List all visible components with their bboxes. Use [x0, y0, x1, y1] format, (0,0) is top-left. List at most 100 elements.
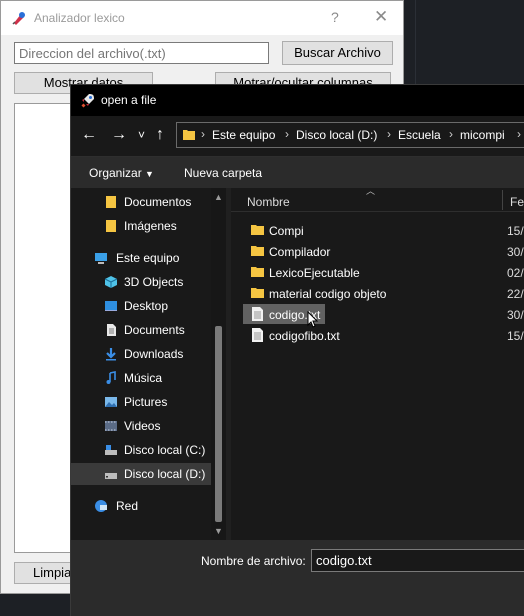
rocket-icon [81, 94, 94, 108]
open-file-dialog: open a file ← → ˅ ↑ › Este equipo › Disc… [70, 84, 524, 616]
scroll-up-icon[interactable]: ▲ [214, 192, 223, 202]
sidebar-item-label: Documents [124, 323, 185, 337]
navigation-bar: ← → ˅ ↑ › Este equipo › Disco local (D:)… [71, 116, 524, 156]
navigation-pane: Documentos Imágenes Este equipo 3D Objec… [71, 188, 226, 540]
document-icon [107, 324, 116, 336]
back-arrow-icon[interactable]: ← [81, 126, 97, 144]
breadcrumb-item[interactable]: micompi [460, 128, 505, 142]
sidebar-item-imagenes[interactable]: Imágenes [71, 215, 211, 237]
sidebar-item-disco-d[interactable]: Disco local (D:) [71, 463, 211, 485]
sidebar-item-videos[interactable]: Videos [71, 415, 211, 437]
title-bar: Analizador lexico ? ✕ [1, 1, 403, 35]
file-date: 15/ [507, 329, 524, 343]
up-arrow-icon[interactable]: ↑ [156, 126, 164, 144]
cube-icon [104, 276, 118, 288]
music-icon [106, 371, 116, 384]
list-item[interactable]: Compilador 30/ [243, 241, 524, 261]
folder-icon [106, 220, 116, 232]
list-item[interactable]: Compi 15/ [243, 220, 524, 240]
file-date: 02/ [507, 266, 524, 280]
forward-arrow-icon[interactable]: → [111, 126, 127, 144]
sidebar-item-label: Disco local (C:) [124, 443, 206, 457]
sidebar-item-downloads[interactable]: Downloads [71, 343, 211, 365]
column-header: ︿ Nombre Fec [231, 186, 524, 212]
chevron-down-icon: ▼ [145, 169, 154, 179]
column-name[interactable]: Nombre [247, 195, 290, 209]
dialog-title-bar: open a file [71, 85, 524, 116]
filename-input[interactable] [311, 549, 524, 572]
organize-menu[interactable]: Organizar ▼ [89, 166, 154, 180]
mouse-cursor-icon [307, 311, 319, 328]
close-icon[interactable]: ✕ [374, 7, 388, 27]
sidebar-item-disco-c[interactable]: Disco local (C:) [71, 439, 211, 461]
breadcrumb-separator: › [517, 127, 521, 141]
breadcrumb-separator: › [285, 127, 289, 141]
sidebar-item-label: Imágenes [124, 219, 177, 233]
new-folder-button[interactable]: Nueva carpeta [184, 166, 262, 180]
address-bar[interactable]: › Este equipo › Disco local (D:) › Escue… [176, 122, 524, 148]
folder-icon [183, 130, 195, 140]
sidebar-item-pictures[interactable]: Pictures [71, 391, 211, 413]
window-title: Analizador lexico [34, 11, 125, 25]
scrollbar-thumb[interactable] [215, 326, 222, 522]
folder-icon [251, 267, 264, 277]
folder-icon [106, 196, 116, 208]
breadcrumb-separator: › [387, 127, 391, 141]
file-name: LexicoEjecutable [269, 266, 360, 280]
file-path-input[interactable] [14, 42, 269, 64]
file-date: 30/ [507, 308, 524, 322]
desktop-icon [105, 301, 117, 311]
computer-icon [95, 253, 107, 264]
sidebar-item-label: Downloads [124, 347, 184, 361]
scroll-down-icon[interactable]: ▼ [214, 526, 223, 536]
file-name: codigofibo.txt [269, 329, 340, 343]
column-separator[interactable] [502, 190, 503, 210]
file-date: 30/ [507, 245, 524, 259]
sidebar-item-label: 3D Objects [124, 275, 184, 289]
breadcrumb-separator: › [201, 127, 205, 141]
breadcrumb-item[interactable]: Este equipo [212, 128, 275, 142]
sidebar-item-musica[interactable]: Música [71, 367, 211, 389]
list-item[interactable]: material codigo objeto 22/ [243, 283, 524, 303]
sidebar-item-label: Este equipo [116, 251, 180, 265]
organize-label: Organizar [89, 166, 142, 180]
file-list: ︿ Nombre Fec Compi 15/ Compilador 30/ Le… [231, 186, 524, 540]
dialog-footer: Nombre de archivo: [71, 540, 524, 616]
sidebar-item-label: Pictures [124, 395, 168, 409]
command-bar: Organizar ▼ Nueva carpeta [71, 156, 524, 188]
breadcrumb-item[interactable]: Disco local (D:) [296, 128, 377, 142]
app-icon [12, 12, 25, 25]
sidebar-item-documentos[interactable]: Documentos [71, 191, 211, 213]
sidebar-item-label: Videos [124, 419, 161, 433]
sidebar-item-red[interactable]: Red [71, 495, 211, 517]
sidebar-item-este-equipo[interactable]: Este equipo [71, 247, 211, 269]
list-item[interactable]: LexicoEjecutable 02/ [243, 262, 524, 282]
sidebar-item-documents[interactable]: Documents [71, 319, 211, 341]
sidebar-item-3d-objects[interactable]: 3D Objects [71, 271, 211, 293]
folder-icon [251, 246, 264, 256]
text-file-icon [252, 328, 263, 342]
network-icon [95, 500, 107, 512]
file-date: 15/ [507, 224, 524, 238]
list-item[interactable]: codigofibo.txt 15/ [243, 325, 524, 345]
sort-ascending-icon: ︿ [366, 186, 376, 196]
recent-locations-icon[interactable]: ˅ [138, 126, 145, 144]
pictures-icon [105, 397, 117, 407]
folder-icon [251, 288, 264, 298]
sidebar-item-label: Red [116, 499, 139, 513]
breadcrumb-item[interactable]: Escuela [398, 128, 441, 142]
sidebar-item-label: Desktop [124, 299, 169, 313]
file-name: material codigo objeto [269, 287, 387, 301]
browse-button[interactable]: Buscar Archivo [282, 41, 393, 65]
drive-icon [105, 473, 117, 479]
folder-icon [251, 225, 264, 235]
file-name: Compi [269, 224, 304, 238]
sidebar-item-label: Disco local (D:) [124, 467, 206, 481]
sidebar-item-desktop[interactable]: Desktop [71, 295, 211, 317]
help-button[interactable]: ? [331, 9, 339, 25]
column-date[interactable]: Fec [510, 195, 524, 209]
file-date-row: 30/ [243, 304, 524, 324]
video-icon [105, 421, 117, 431]
sidebar-scrollbar[interactable]: ▲ ▼ [211, 188, 226, 540]
filename-label: Nombre de archivo: [201, 554, 306, 568]
